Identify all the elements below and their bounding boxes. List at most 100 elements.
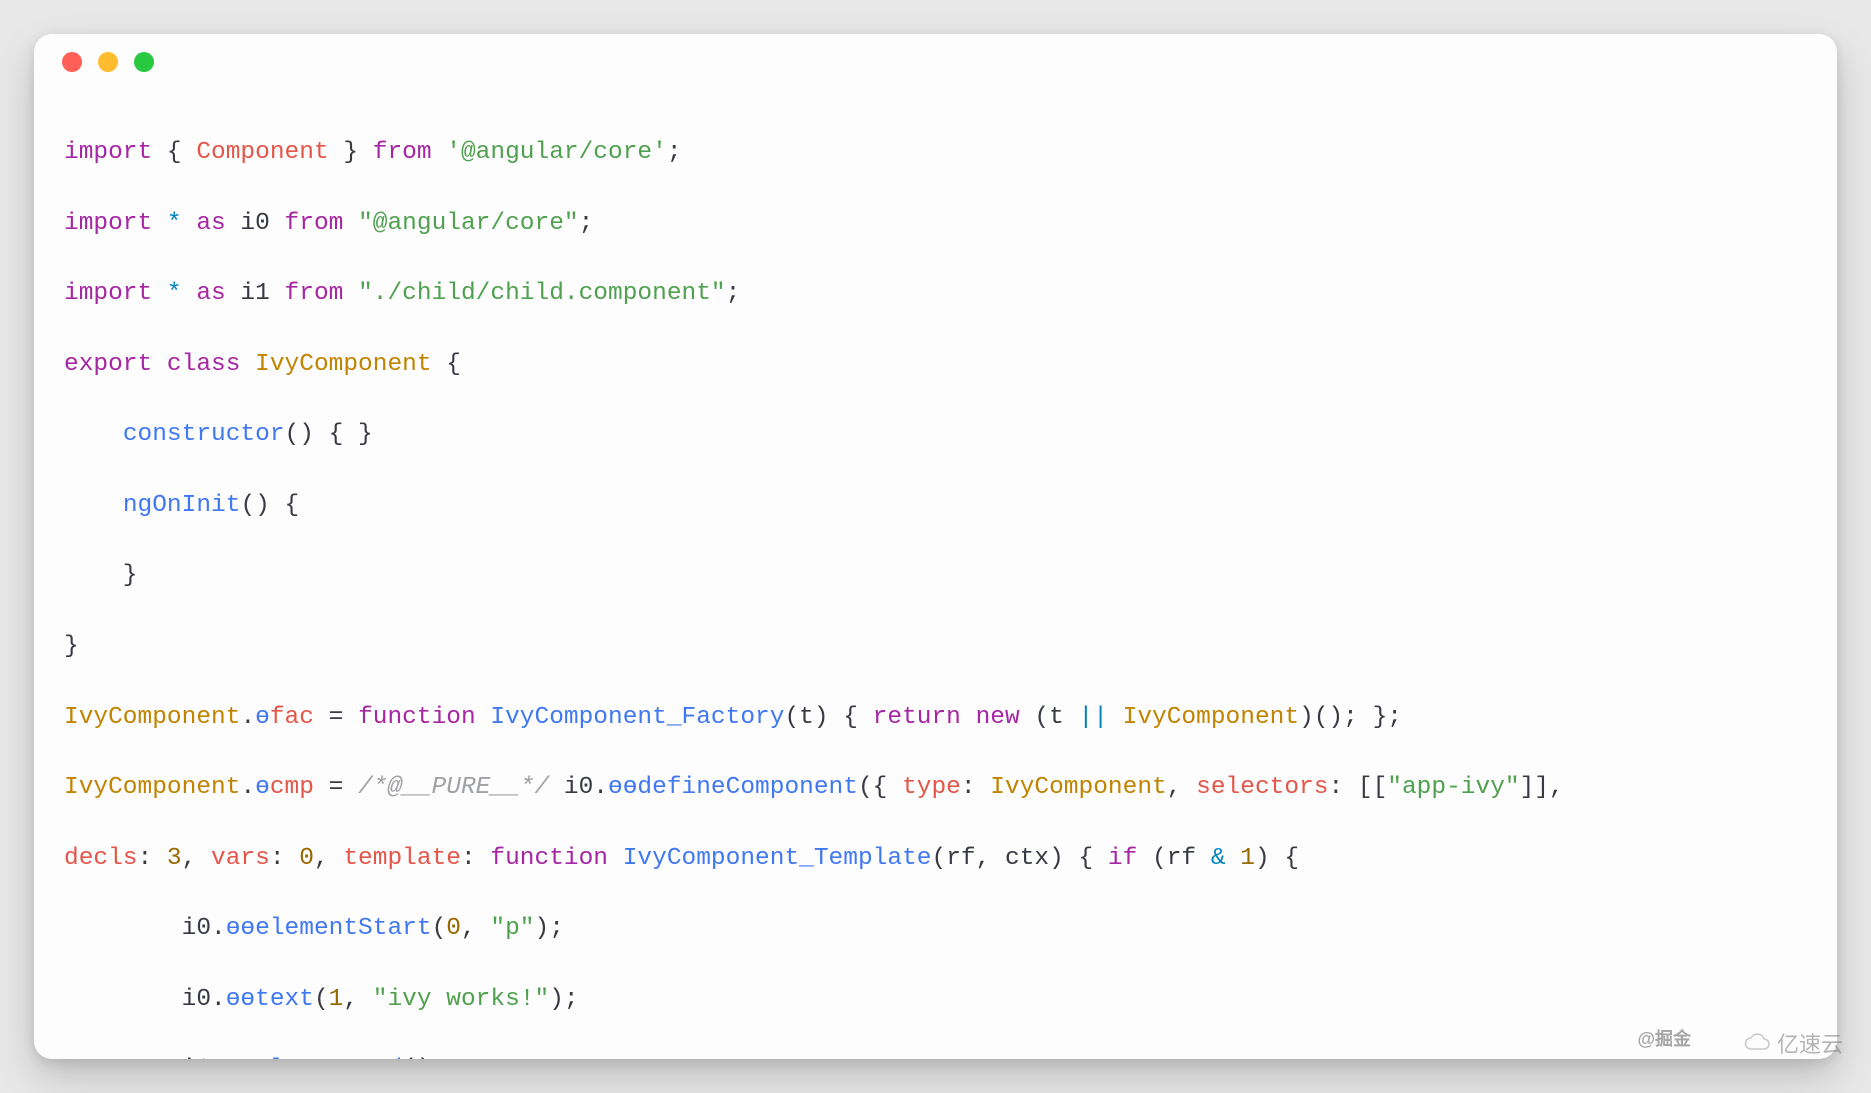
tok: function xyxy=(358,704,476,731)
tok: decls xyxy=(64,845,138,872)
tok: } xyxy=(64,633,79,660)
tok xyxy=(476,704,491,731)
tok xyxy=(1226,845,1241,872)
tok: new xyxy=(976,704,1020,731)
tok: as xyxy=(196,210,225,237)
tok: * xyxy=(152,210,196,237)
tok: ; xyxy=(726,280,741,307)
tok: defineComponent xyxy=(637,774,858,801)
tok: } xyxy=(64,562,138,589)
tok: ; xyxy=(667,139,682,166)
tok: as xyxy=(196,280,225,307)
tok: IvyComponent xyxy=(64,774,240,801)
tok: , xyxy=(1167,774,1196,801)
watermark-yisu: 亿速云 xyxy=(1743,1027,1843,1059)
tok: = xyxy=(314,774,358,801)
tok: from xyxy=(373,139,432,166)
window-titlebar xyxy=(34,34,1837,90)
tok: "p" xyxy=(490,915,534,942)
tok: (rf xyxy=(1137,845,1211,872)
tok: , xyxy=(976,845,1005,872)
code-line: } xyxy=(64,629,1807,664)
code-block: import { Component } from '@angular/core… xyxy=(34,90,1837,1059)
tok: template xyxy=(343,845,461,872)
tok: IvyComponent xyxy=(255,351,431,378)
tok: = xyxy=(314,704,358,731)
tok: "ivy works!" xyxy=(373,986,549,1013)
tok: return xyxy=(873,704,961,731)
tok: '@angular/core' xyxy=(446,139,667,166)
tok: class xyxy=(167,351,241,378)
tok: function xyxy=(490,845,608,872)
tok: if xyxy=(1108,845,1137,872)
tok: import xyxy=(64,139,152,166)
code-line: decls: 3, vars: 0, template: function Iv… xyxy=(64,841,1807,876)
tok xyxy=(432,139,447,166)
tok: . xyxy=(240,774,255,801)
tok: ɵ xyxy=(255,704,270,731)
tok: vars xyxy=(211,845,270,872)
minimize-icon[interactable] xyxy=(98,52,118,72)
tok: i1 xyxy=(226,280,285,307)
tok: )(); }; xyxy=(1299,704,1402,731)
tok: ; xyxy=(579,210,594,237)
tok xyxy=(608,845,623,872)
tok: i0. xyxy=(64,986,226,1013)
tok xyxy=(343,210,358,237)
tok: : xyxy=(461,845,490,872)
tok: : xyxy=(961,774,990,801)
tok: type xyxy=(902,774,961,801)
tok: ( xyxy=(432,915,447,942)
tok: ɵɵ xyxy=(226,986,255,1013)
tok: import xyxy=(64,280,152,307)
tok: text xyxy=(255,986,314,1013)
tok xyxy=(64,421,123,448)
tok: 1 xyxy=(1240,845,1255,872)
tok: } xyxy=(329,139,373,166)
tok: 1 xyxy=(329,986,344,1013)
tok: elementStart xyxy=(255,915,431,942)
tok: ɵ xyxy=(255,774,270,801)
tok: 0 xyxy=(446,915,461,942)
code-line: IvyComponent.ɵfac = function IvyComponen… xyxy=(64,700,1807,735)
code-line: } xyxy=(64,558,1807,593)
code-line: i0.ɵɵelementEnd(); xyxy=(64,1052,1807,1059)
tok: { xyxy=(152,139,196,166)
code-window: import { Component } from '@angular/core… xyxy=(34,34,1837,1059)
close-icon[interactable] xyxy=(62,52,82,72)
tok: "app-ivy" xyxy=(1387,774,1519,801)
tok: , xyxy=(343,986,372,1013)
watermark-juejin: @掘金 xyxy=(1637,1025,1691,1051)
tok: . xyxy=(240,704,255,731)
tok: IvyComponent xyxy=(1123,704,1299,731)
tok: import xyxy=(64,210,152,237)
tok: elementEnd xyxy=(255,1056,402,1059)
tok: ngOnInit xyxy=(123,492,241,519)
tok: i0. xyxy=(64,1056,226,1059)
tok: IvyComponent_Template xyxy=(623,845,932,872)
tok: || xyxy=(1079,704,1108,731)
tok xyxy=(343,280,358,307)
tok: ɵɵ xyxy=(608,774,637,801)
cloud-icon xyxy=(1743,1033,1771,1053)
stage: import { Component } from '@angular/core… xyxy=(0,0,1871,1093)
tok: ( xyxy=(314,986,329,1013)
tok xyxy=(1108,704,1123,731)
tok: from xyxy=(285,280,344,307)
tok: ctx xyxy=(1005,845,1049,872)
tok xyxy=(152,351,167,378)
tok: cmp xyxy=(270,774,314,801)
tok: ) { xyxy=(1255,845,1299,872)
code-line: IvyComponent.ɵcmp = /*@__PURE__*/ i0.ɵɵd… xyxy=(64,770,1807,805)
tok: (); xyxy=(402,1056,446,1059)
tok: ( xyxy=(784,704,799,731)
zoom-icon[interactable] xyxy=(134,52,154,72)
tok: ); xyxy=(549,986,578,1013)
watermark-text: 亿速云 xyxy=(1777,1027,1843,1059)
tok: ]], xyxy=(1520,774,1579,801)
tok: "./child/child.component" xyxy=(358,280,726,307)
tok: , xyxy=(461,915,490,942)
tok: /*@__PURE__*/ xyxy=(358,774,549,801)
tok: ɵɵ xyxy=(226,915,255,942)
tok xyxy=(961,704,976,731)
